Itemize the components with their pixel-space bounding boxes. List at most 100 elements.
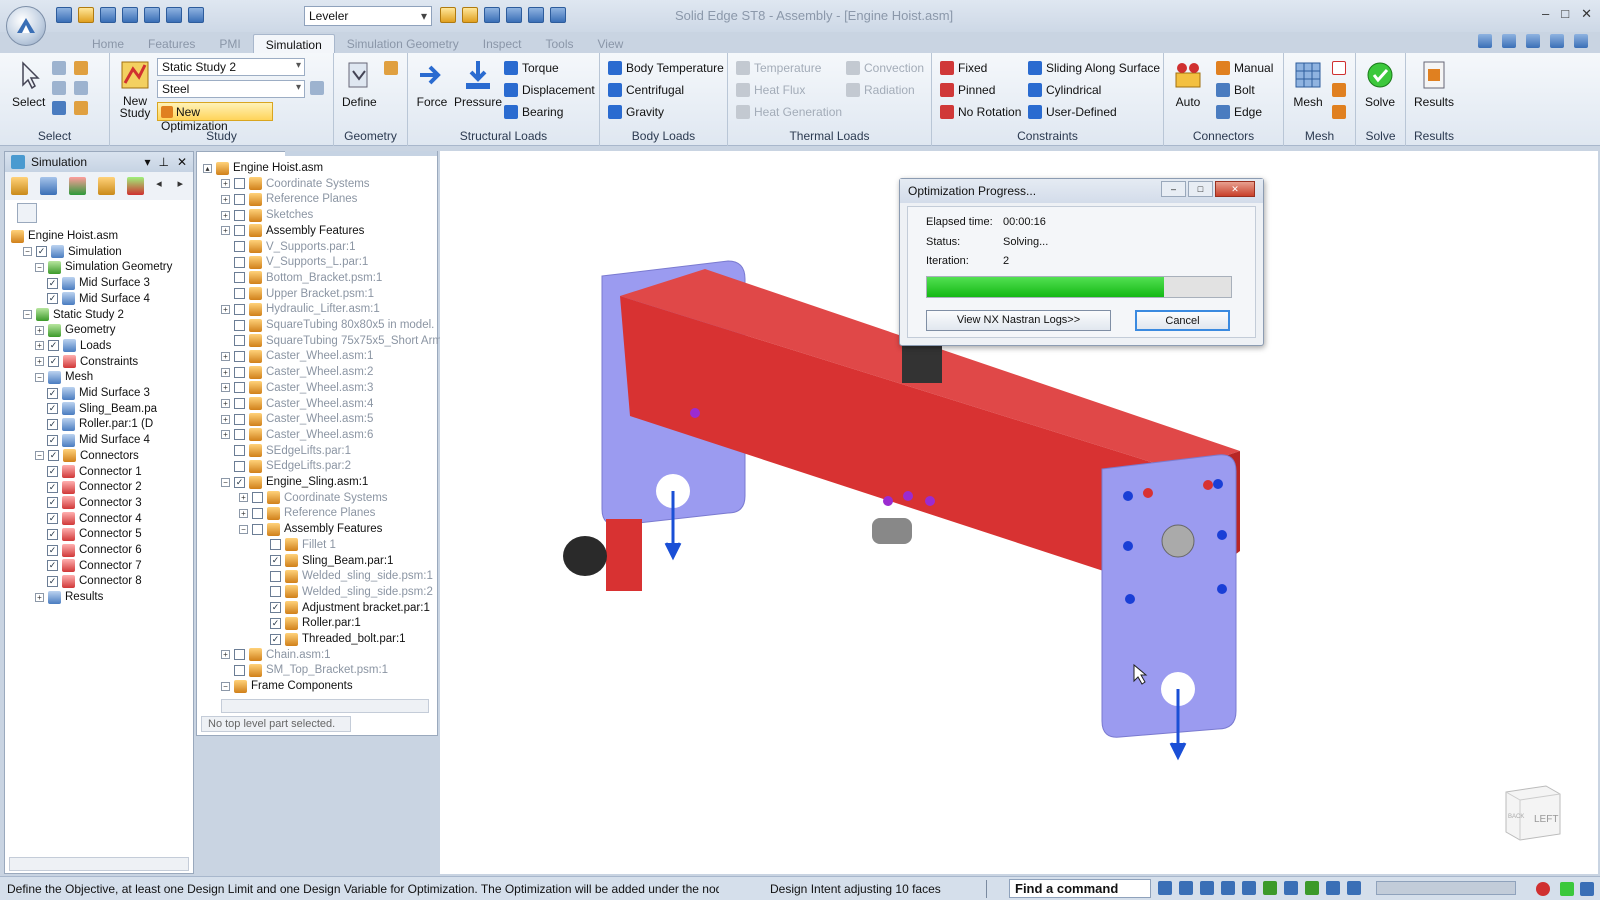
- checkbox[interactable]: [234, 319, 245, 331]
- checkbox[interactable]: [234, 366, 245, 378]
- pathfinder-item[interactable]: + Hydraulic_Lifter.asm:1: [221, 301, 380, 317]
- expand-icon[interactable]: −: [239, 524, 248, 534]
- select-tool-icon[interactable]: [506, 7, 522, 23]
- pathfinder-item[interactable]: ✓ Sling_Beam.par:1: [257, 553, 393, 569]
- prev-arrow-icon[interactable]: ◂: [156, 177, 165, 195]
- auto-button[interactable]: Auto: [1172, 59, 1204, 109]
- simulation-tree-item[interactable]: Engine Hoist.asm: [11, 228, 118, 244]
- body-temperature-button[interactable]: Body Temperature: [608, 61, 724, 75]
- expand-icon[interactable]: −: [23, 247, 32, 257]
- study-manager-icon[interactable]: [69, 177, 87, 195]
- edge-button[interactable]: Edge: [1216, 105, 1262, 119]
- application-button[interactable]: [6, 6, 46, 46]
- checkbox[interactable]: [234, 335, 245, 347]
- pathfinder-item[interactable]: + Reference Planes: [239, 505, 375, 521]
- checkbox[interactable]: ✓: [47, 277, 58, 289]
- leveler-combo[interactable]: Leveler: [304, 6, 432, 26]
- checkbox[interactable]: [252, 507, 263, 519]
- checkbox[interactable]: ✓: [47, 481, 58, 493]
- settings-icon[interactable]: [1580, 882, 1594, 896]
- study-select[interactable]: Static Study 2: [157, 58, 305, 76]
- new-study-button[interactable]: New Study: [118, 59, 152, 119]
- new-file-icon[interactable]: [56, 7, 72, 23]
- select-button[interactable]: Select: [12, 59, 45, 109]
- save-icon[interactable]: [100, 7, 116, 23]
- checkbox[interactable]: ✓: [47, 560, 58, 572]
- find-command-input[interactable]: Find a command: [1009, 879, 1151, 898]
- no-rotation-button[interactable]: No Rotation: [940, 105, 1021, 119]
- simulation-tree-item[interactable]: + Results: [35, 589, 103, 605]
- simulation-panel-scrollbar[interactable]: [9, 857, 189, 871]
- checkbox[interactable]: ✓: [47, 403, 58, 415]
- checkbox[interactable]: ✓: [270, 633, 281, 645]
- heat-flux-button[interactable]: Heat Flux: [736, 83, 805, 97]
- checkbox[interactable]: [234, 303, 245, 315]
- layers-icon[interactable]: [40, 177, 58, 195]
- define-button[interactable]: Define: [342, 59, 377, 109]
- customize-icon[interactable]: [550, 7, 566, 23]
- expand-icon[interactable]: +: [35, 592, 44, 602]
- simulation-tree-item[interactable]: ✓ Roller.par:1 (D: [47, 416, 153, 432]
- pathfinder-item[interactable]: + Coordinate Systems: [221, 176, 370, 192]
- checkbox[interactable]: [234, 664, 245, 676]
- pathfinder-item[interactable]: + Chain.asm:1: [221, 647, 331, 663]
- doc-close-icon[interactable]: [1574, 34, 1588, 48]
- heat-generation-button[interactable]: Heat Generation: [736, 105, 842, 119]
- pathfinder-item[interactable]: Bottom_Bracket.psm:1: [221, 270, 382, 286]
- manual-button[interactable]: Manual: [1216, 61, 1273, 75]
- checkbox[interactable]: [234, 209, 245, 221]
- pathfinder-item[interactable]: Upper Bracket.psm:1: [221, 286, 374, 302]
- simulation-tree-item[interactable]: ✓ Connector 2: [47, 479, 142, 495]
- checkbox[interactable]: [234, 272, 245, 284]
- checkbox[interactable]: ✓: [47, 575, 58, 587]
- torque-button[interactable]: Torque: [504, 61, 559, 75]
- expand-icon[interactable]: +: [221, 179, 230, 189]
- checkbox[interactable]: ✓: [47, 418, 58, 430]
- bearing-button[interactable]: Bearing: [504, 105, 563, 119]
- simulation-tree-item[interactable]: − ✓ Simulation: [23, 244, 122, 260]
- checkbox[interactable]: [234, 350, 245, 362]
- zoom-area-icon[interactable]: [1179, 881, 1193, 895]
- centrifugal-button[interactable]: Centrifugal: [608, 83, 684, 97]
- checkbox[interactable]: ✓: [47, 434, 58, 446]
- expand-icon[interactable]: +: [221, 430, 230, 440]
- open-file-icon[interactable]: [78, 7, 94, 23]
- displacement-button[interactable]: Displacement: [504, 83, 595, 97]
- simulation-tree-item[interactable]: ✓ Mid Surface 3: [47, 275, 150, 291]
- cylindrical-button[interactable]: Cylindrical: [1028, 83, 1101, 97]
- panel-pin-icon[interactable]: ⊥: [158, 155, 168, 169]
- shaded-icon[interactable]: [1305, 881, 1319, 895]
- pathfinder-item[interactable]: Welded_sling_side.psm:1: [257, 568, 433, 584]
- checkbox[interactable]: [234, 460, 245, 472]
- expand-icon[interactable]: −: [35, 372, 44, 382]
- pathfinder-item[interactable]: + Coordinate Systems: [239, 490, 388, 506]
- tab-inspect[interactable]: Inspect: [471, 34, 534, 54]
- close-icon[interactable]: ✕: [1581, 6, 1592, 22]
- pathfinder-item[interactable]: ✓ Adjustment bracket.par:1: [257, 600, 430, 616]
- next-arrow-icon[interactable]: ▸: [178, 177, 187, 195]
- simulation-tree-item[interactable]: ✓ Connector 8: [47, 573, 142, 589]
- select-assembly-icon[interactable]: [74, 101, 88, 115]
- pathfinder-item[interactable]: ▴ Engine Hoist.asm: [203, 160, 323, 176]
- mesh-refine-icon[interactable]: [1332, 105, 1346, 119]
- tab-simulation[interactable]: Simulation: [252, 34, 335, 54]
- expand-icon[interactable]: −: [221, 477, 230, 487]
- expand-icon[interactable]: +: [221, 414, 230, 424]
- simulation-tree-item[interactable]: + Geometry: [35, 322, 116, 338]
- part-icon[interactable]: [462, 7, 478, 23]
- new-optimization-button[interactable]: New Optimization: [157, 102, 273, 133]
- rotate-icon[interactable]: [1158, 881, 1172, 895]
- options-icon[interactable]: [1502, 34, 1516, 48]
- expand-icon[interactable]: +: [221, 399, 230, 408]
- doc-minimize-icon[interactable]: [1526, 34, 1540, 48]
- redo-icon[interactable]: [144, 7, 160, 23]
- expand-icon[interactable]: +: [221, 367, 230, 377]
- checkbox[interactable]: [270, 539, 281, 551]
- record-icon[interactable]: [1536, 882, 1550, 896]
- checkbox[interactable]: ✓: [234, 476, 245, 488]
- pathfinder-item[interactable]: + Caster_Wheel.asm:6: [221, 427, 373, 443]
- checkbox[interactable]: ✓: [47, 497, 58, 509]
- pathfinder-item[interactable]: + Sketches: [221, 207, 313, 223]
- simulation-tree-item[interactable]: − Simulation Geometry: [35, 259, 172, 275]
- expand-icon[interactable]: −: [35, 451, 44, 461]
